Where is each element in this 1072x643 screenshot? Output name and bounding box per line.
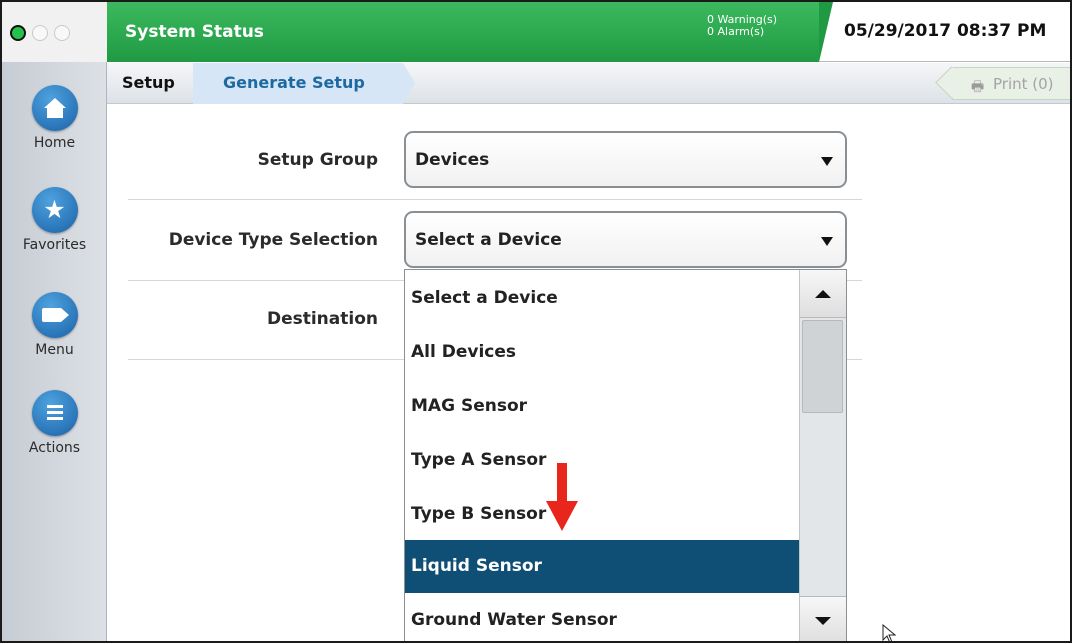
- red-light-icon: [54, 25, 70, 41]
- chevron-down-icon: [821, 237, 833, 246]
- dropdown-option-type-b-sensor[interactable]: Type B Sensor: [405, 488, 800, 541]
- option-label: Type B Sensor: [411, 504, 547, 524]
- breadcrumb-current-label: Generate Setup: [223, 73, 365, 92]
- breadcrumb-generate-setup[interactable]: Generate Setup: [193, 63, 415, 104]
- menu-icon: [31, 292, 78, 338]
- setup-group-value: Devices: [415, 150, 490, 170]
- sidebar-item-actions[interactable]: Actions: [2, 390, 107, 456]
- home-icon: [31, 85, 78, 131]
- sidebar-item-label: Home: [33, 135, 76, 151]
- scroll-thumb[interactable]: [802, 320, 843, 413]
- breadcrumb-setup[interactable]: Setup: [122, 73, 175, 92]
- row-divider: [128, 199, 862, 200]
- alarm-summary[interactable]: 0 Warning(s) 0 Alarm(s): [707, 14, 777, 38]
- sidebar-item-favorites[interactable]: ★ Favorites: [2, 187, 107, 253]
- sidebar-item-home[interactable]: Home: [2, 85, 107, 151]
- actions-icon: [31, 390, 78, 436]
- chevron-down-icon: [821, 157, 833, 166]
- device-type-value: Select a Device: [415, 230, 562, 250]
- setup-group-select[interactable]: Devices: [404, 131, 847, 188]
- star-icon: ★: [31, 187, 78, 233]
- header-bar: System Status 0 Warning(s) 0 Alarm(s) 05…: [2, 2, 1070, 62]
- dropdown-option-liquid-sensor[interactable]: Liquid Sensor: [405, 540, 800, 593]
- device-type-dropdown: Select a Device All Devices MAG Sensor T…: [404, 269, 847, 641]
- mouse-cursor-icon: [882, 624, 896, 641]
- dropdown-option-all-devices[interactable]: All Devices: [405, 326, 800, 379]
- dropdown-option-select-a-device[interactable]: Select a Device: [405, 272, 800, 325]
- dropdown-option-type-a-sensor[interactable]: Type A Sensor: [405, 434, 800, 487]
- option-label: Ground Water Sensor: [411, 610, 617, 630]
- app-window: System Status 0 Warning(s) 0 Alarm(s) 05…: [0, 0, 1072, 643]
- green-light-icon: [10, 25, 26, 41]
- option-label: MAG Sensor: [411, 396, 528, 416]
- option-label: Select a Device: [411, 288, 558, 308]
- red-arrow-icon: [546, 463, 578, 531]
- dropdown-scrollbar[interactable]: [799, 270, 846, 641]
- scroll-up-button[interactable]: [800, 270, 846, 318]
- device-type-select[interactable]: Select a Device: [404, 211, 847, 268]
- device-type-label: Device Type Selection: [168, 230, 378, 250]
- setup-group-label: Setup Group: [257, 150, 378, 170]
- option-label: Type A Sensor: [411, 450, 547, 470]
- dropdown-option-ground-water-sensor[interactable]: Ground Water Sensor: [405, 594, 800, 641]
- option-label: All Devices: [411, 342, 517, 362]
- sidebar-item-label: Favorites: [22, 237, 87, 253]
- amber-light-icon: [32, 25, 48, 41]
- date-time: 05/29/2017 08:37 PM: [844, 21, 1047, 41]
- breadcrumb: Setup Generate Setup 🖶 Print (0): [107, 63, 1070, 104]
- scroll-down-button[interactable]: [800, 596, 846, 641]
- sidebar-item-menu[interactable]: Menu: [2, 292, 107, 358]
- sidebar-item-label: Menu: [35, 342, 74, 358]
- option-label: Liquid Sensor: [411, 556, 542, 576]
- sidebar: Home ★ Favorites Menu Actions: [2, 62, 107, 641]
- sidebar-item-label: Actions: [28, 440, 81, 456]
- printer-icon: 🖶: [971, 79, 985, 95]
- system-status-bar[interactable]: System Status 0 Warning(s) 0 Alarm(s): [107, 2, 833, 62]
- print-button[interactable]: 🖶 Print (0): [952, 67, 1070, 100]
- status-lights: [2, 2, 107, 62]
- dropdown-option-mag-sensor[interactable]: MAG Sensor: [405, 380, 800, 433]
- destination-label: Destination: [266, 309, 378, 329]
- print-label: Print (0): [993, 75, 1054, 93]
- alarm-count: 0 Alarm(s): [707, 25, 765, 38]
- system-status-title: System Status: [125, 22, 264, 42]
